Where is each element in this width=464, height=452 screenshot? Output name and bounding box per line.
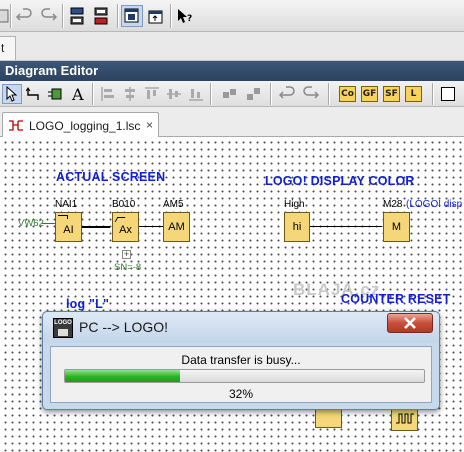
align-middle-icon[interactable] bbox=[164, 84, 184, 104]
toolbar-separator bbox=[210, 83, 211, 105]
heading-counter-reset: COUNTER RESET bbox=[341, 292, 451, 306]
pulse-icon bbox=[395, 413, 414, 424]
amplifier-text: Ax bbox=[119, 224, 132, 236]
dialog-title: PC --> LOGO! bbox=[79, 319, 169, 335]
transfer-message: Data transfer is busy... bbox=[181, 353, 301, 367]
flag-m28-text: M bbox=[391, 221, 402, 233]
select-pointer-icon[interactable] bbox=[2, 84, 22, 104]
diagram-editor-title: Diagram Editor bbox=[5, 63, 99, 78]
file-tab[interactable]: LOGO_logging_1.lsc × bbox=[2, 112, 159, 138]
b010-label: B010 bbox=[112, 199, 136, 210]
editor-undo-icon[interactable] bbox=[278, 84, 298, 104]
join-connection-icon[interactable] bbox=[244, 84, 264, 104]
progress-bar-fill bbox=[65, 370, 180, 382]
dialog-close-button[interactable] bbox=[387, 313, 433, 333]
svg-text:?: ? bbox=[187, 14, 192, 24]
analog-input-text: AI bbox=[63, 224, 74, 236]
main-toolbar: ? bbox=[0, 0, 464, 32]
svg-text:A: A bbox=[71, 86, 84, 102]
input-tag: VW62 bbox=[18, 218, 44, 229]
connect-icon[interactable] bbox=[24, 84, 44, 104]
constants-button[interactable]: Co bbox=[339, 86, 356, 102]
editor-redo-icon[interactable] bbox=[300, 84, 320, 104]
connection-wire bbox=[82, 226, 110, 228]
toolbar-separator bbox=[328, 83, 329, 105]
heading-log-l: log "L" bbox=[66, 297, 110, 311]
basic-functions-button[interactable]: GF bbox=[361, 86, 378, 102]
help-pointer-icon[interactable]: ? bbox=[174, 5, 196, 27]
m28-label: M28 bbox=[383, 199, 403, 210]
nai1-label: NAI1 bbox=[55, 199, 78, 210]
align-left-icon[interactable] bbox=[98, 84, 118, 104]
redo-icon[interactable] bbox=[37, 5, 59, 27]
connection-wire bbox=[139, 226, 163, 227]
diagram-editor-header: Diagram Editor bbox=[0, 61, 464, 81]
progress-percent: 32% bbox=[228, 387, 254, 401]
align-center-icon[interactable] bbox=[120, 84, 140, 104]
high-label: High bbox=[284, 199, 305, 210]
close-icon bbox=[404, 317, 416, 329]
analog-input-block[interactable]: AI bbox=[55, 212, 82, 242]
progress-bar bbox=[64, 369, 425, 383]
connection-wire bbox=[310, 226, 382, 227]
align-bottom-icon[interactable] bbox=[186, 84, 206, 104]
parameter-text: SN=-8 bbox=[114, 262, 142, 273]
window-tile-icon[interactable] bbox=[121, 5, 143, 27]
analog-amplifier-block[interactable]: Ax bbox=[112, 212, 139, 242]
high-constant-text: hi bbox=[292, 221, 302, 233]
logo-app-icon: LOGO bbox=[53, 318, 73, 338]
input-wire bbox=[42, 223, 55, 224]
flag-m28-block[interactable]: M bbox=[383, 212, 410, 242]
expand-parameters-icon[interactable]: + bbox=[122, 250, 131, 259]
analog-flag-block[interactable]: AM bbox=[163, 212, 190, 242]
transfer-dialog: LOGO PC --> LOGO! Data transfer is busy.… bbox=[42, 311, 440, 410]
udf-button[interactable]: L bbox=[405, 86, 422, 102]
special-functions-button[interactable]: SF bbox=[383, 86, 400, 102]
heading-logo-display-color: LOGO! DISPLAY COLOR bbox=[265, 174, 415, 188]
toolbar-separator bbox=[92, 83, 93, 105]
analog-input-symbol-icon bbox=[58, 215, 68, 219]
editor-toolbar: A Co GF SF L bbox=[0, 81, 464, 107]
window-arrange-icon[interactable] bbox=[145, 5, 167, 27]
transfer-logo-to-pc-icon[interactable] bbox=[91, 5, 113, 27]
toolbar-separator bbox=[117, 4, 118, 28]
toolbar-separator bbox=[270, 83, 271, 105]
dialog-body: Data transfer is busy... 32% bbox=[50, 346, 432, 403]
text-tool-icon[interactable]: A bbox=[68, 84, 88, 104]
toolbar-separator bbox=[432, 83, 433, 105]
transfer-pc-to-logo-icon[interactable] bbox=[67, 5, 89, 27]
block-insert-icon[interactable] bbox=[46, 84, 66, 104]
split-connection-icon[interactable] bbox=[220, 84, 240, 104]
frame-icon[interactable] bbox=[438, 84, 458, 104]
file-tab-label: LOGO_logging_1.lsc bbox=[29, 119, 141, 133]
toolbar-separator bbox=[10, 4, 11, 28]
file-tab-strip: LOGO_logging_1.lsc × bbox=[0, 107, 464, 138]
heading-actual-screen: ACTUAL SCREEN bbox=[56, 170, 166, 184]
m28-comment: (LOGO! disp bbox=[406, 199, 463, 210]
toolbar-separator bbox=[170, 4, 171, 28]
close-tab-icon[interactable]: × bbox=[146, 118, 153, 132]
toolbar-separator bbox=[62, 4, 63, 28]
logo-app-icon-text: LOGO bbox=[54, 320, 72, 326]
partial-tab-label: t bbox=[1, 41, 5, 55]
window-tab-strip: t bbox=[0, 32, 464, 61]
undo-icon[interactable] bbox=[14, 5, 36, 27]
amplifier-symbol-icon bbox=[114, 217, 126, 222]
analog-flag-text: AM bbox=[168, 221, 185, 233]
align-top-icon[interactable] bbox=[142, 84, 162, 104]
partial-tab[interactable]: t bbox=[0, 36, 16, 60]
dialog-title-bar[interactable]: LOGO PC --> LOGO! bbox=[43, 312, 439, 343]
high-constant-block[interactable]: hi bbox=[284, 212, 310, 242]
am5-label: AM5 bbox=[163, 199, 184, 210]
program-file-icon bbox=[8, 119, 24, 135]
